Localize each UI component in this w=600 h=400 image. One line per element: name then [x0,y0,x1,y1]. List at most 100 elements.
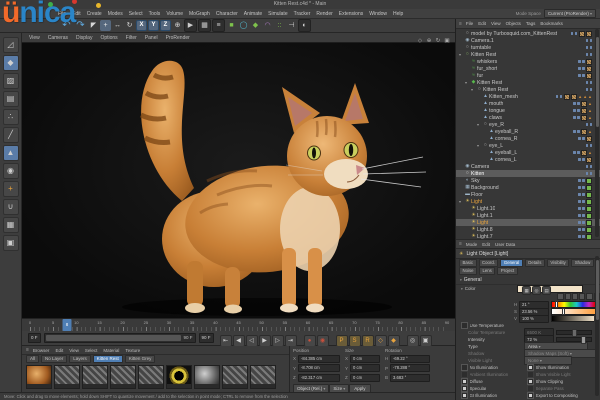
object-row-floor[interactable]: ▬ Floor [456,191,600,198]
checkbox-export-to-compositing[interactable] [527,392,534,399]
tab-all[interactable]: All [26,355,40,363]
render-visibility-dot[interactable] [582,193,585,196]
display-mode-icon[interactable]: ◐ [298,19,311,32]
preset-swatch[interactable] [557,293,564,300]
om-menu-tags[interactable]: Tags [526,21,536,26]
add-deformer-icon[interactable]: ◠ [262,20,273,31]
menu-item-window[interactable]: Window [369,11,387,17]
render-visibility-dot[interactable] [589,144,592,147]
intensity-slider[interactable] [556,336,592,344]
tab-general[interactable]: General [500,259,523,267]
enabled-toggle[interactable] [586,191,592,198]
om-menu-view[interactable]: View [491,21,501,26]
render-visibility-dot[interactable] [589,39,592,42]
material-swatch-hatch[interactable] [54,365,80,389]
enabled-toggle[interactable] [586,177,592,184]
render-picture-viewer-icon[interactable]: ▦ [198,19,211,32]
texture-mode-icon[interactable]: ▨ [2,73,19,89]
render-visibility-dot[interactable] [589,123,592,126]
selection-tag-icon[interactable]: ▲ [588,115,592,120]
timeline-playhead[interactable]: 8 [62,319,72,331]
checkbox-specular[interactable] [461,385,468,392]
object-row-eye-r[interactable]: ▾ ○ eye_R [456,121,600,128]
tab-shadow[interactable]: Shadow [571,259,594,267]
object-row-kitten-rest[interactable]: ▾ ◆ Kitten Rest [456,79,600,86]
editor-visibility-dot[interactable] [573,109,576,112]
material-swatch-hatch[interactable] [250,365,276,389]
tab-project[interactable]: Project [497,267,518,275]
model-mode-icon[interactable]: ◆ [2,55,19,71]
tweak-mode-icon[interactable]: ◉ [2,163,19,179]
selection-tag-icon[interactable]: ▲ [583,94,587,99]
menu-item-select[interactable]: Select [129,11,143,17]
object-row-camera-1[interactable]: ◉ Camera.1 [456,37,600,44]
menu-item-volume[interactable]: Volume [166,11,183,17]
tab-lens[interactable]: Lens [479,267,496,275]
saturation-slider[interactable] [551,308,596,315]
texture-tag-icon[interactable] [581,128,588,135]
editor-visibility-dot[interactable] [573,102,576,105]
selection-tag-icon[interactable]: ▲ [588,101,592,106]
texture-tag-icon[interactable] [581,149,588,156]
checkbox-show-clipping[interactable] [527,378,534,385]
viewport-menu-view[interactable]: View [29,35,40,41]
add-field-icon[interactable]: ⊣ [286,20,297,31]
editor-visibility-dot[interactable] [585,172,588,175]
editor-visibility-dot[interactable] [578,235,581,238]
editor-visibility-dot[interactable] [585,123,588,126]
burger-icon[interactable]: ≡ [459,241,462,247]
editor-visibility-dot[interactable] [578,137,581,140]
render-visibility-dot[interactable] [582,60,585,63]
attributes-scrollbar[interactable] [595,256,599,396]
add-primitive-icon[interactable]: ■ [226,20,237,31]
render-visibility-dot[interactable] [582,221,585,224]
object-row-kitten-rest[interactable]: ▾ ○ Kitten Rest [456,51,600,58]
layout-dropdown[interactable]: Current (ProRender) [543,9,596,18]
texture-tag-icon[interactable] [581,107,588,114]
object-row-eye-l[interactable]: ▾ ○ eye_L [456,142,600,149]
editor-visibility-dot[interactable] [570,32,573,35]
enabled-toggle[interactable] [586,219,592,226]
material-menu-view[interactable]: View [69,348,79,353]
om-menu-file[interactable]: File [466,21,473,26]
object-row-kitten-rest[interactable]: ▾ ○ Kitten Rest [456,86,600,93]
texture-tag-icon[interactable] [581,114,588,121]
render-settings-icon[interactable]: ≡ [212,19,225,32]
editor-visibility-dot[interactable] [585,46,588,49]
editor-visibility-dot[interactable] [578,60,581,63]
make-editable-icon[interactable]: ◿ [2,37,19,53]
editor-visibility-dot[interactable] [578,200,581,203]
material-menu-edit[interactable]: Edit [55,348,63,353]
burger-icon[interactable]: ≡ [26,347,29,353]
render-visibility-dot[interactable] [582,74,585,77]
preset-swatch[interactable] [564,293,571,300]
editor-visibility-dot[interactable] [578,74,581,77]
render-visibility-dot[interactable] [582,214,585,217]
object-row-eyeball-l[interactable]: ▲ eyeball_L ▲ [456,149,600,156]
editor-visibility-dot[interactable] [555,95,559,98]
selection-tag-icon[interactable]: ▲ [588,150,592,155]
enabled-toggle[interactable] [586,226,592,233]
menu-item-tools[interactable]: Tools [149,11,161,17]
selection-tag-icon[interactable]: ▲ [578,94,582,99]
workplane-icon[interactable]: ▦ [2,217,19,233]
object-row-cornea-r[interactable]: ▲ cornea_R [456,135,600,142]
add-generator-icon[interactable]: ◆ [250,20,261,31]
enabled-toggle[interactable] [586,198,592,205]
editor-visibility-dot[interactable] [578,228,581,231]
menu-item-render[interactable]: Render [316,11,332,17]
om-menu-edit[interactable]: Edit [478,21,486,26]
viewport-menu-options[interactable]: Options [100,35,117,41]
object-row-model-by-turbosquid-com-kittenrest[interactable]: ○ model by Turbosquid.com_KittenRest [456,30,600,37]
render-visibility-dot[interactable] [577,102,580,105]
preset-swatch[interactable] [571,293,579,300]
add-spline-icon[interactable]: ◯ [238,20,249,31]
checkbox-show-visible-light[interactable] [527,371,534,378]
object-row-mouth[interactable]: ▲ mouth ▲ [456,100,600,107]
checkbox-diffuse[interactable] [461,378,468,385]
material-swatch-hatch[interactable] [110,365,136,389]
menu-item-extensions[interactable]: Extensions [339,11,363,17]
selection-tag-icon[interactable]: ▲ [588,108,592,113]
render-view-icon[interactable]: ▶ [184,19,197,32]
editor-visibility-dot[interactable] [585,88,588,91]
